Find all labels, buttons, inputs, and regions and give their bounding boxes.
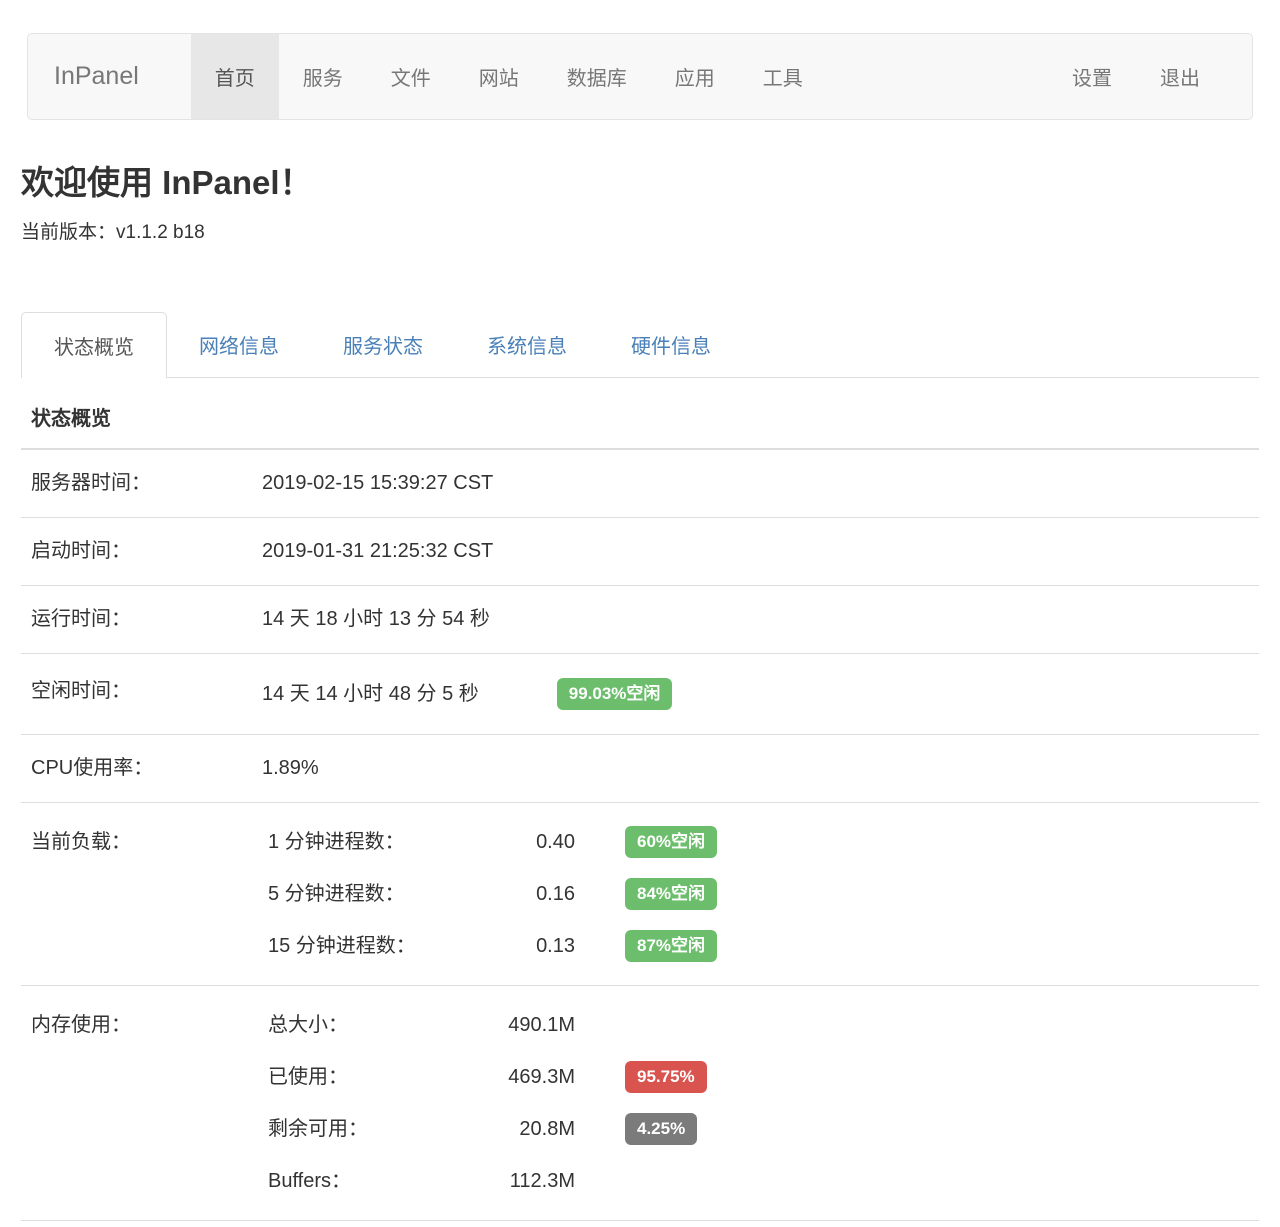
navbar: InPanel 首页服务文件网站数据库应用工具 设置退出: [27, 33, 1253, 120]
status-badge: 84%空闲: [625, 878, 717, 910]
row-label: 启动时间：: [31, 538, 262, 565]
status-badge: 87%空闲: [625, 930, 717, 962]
row-value: 2019-01-31 21:25:32 CST: [262, 538, 493, 565]
sub-row-label: 总大小：: [268, 1012, 468, 1039]
row-value-group: 14 天 14 小时 48 分 5 秒 99.03%空闲: [262, 678, 672, 710]
tab-bar: 状态概览网络信息服务状态系统信息硬件信息: [21, 312, 1259, 378]
sub-row-value: 20.8M: [468, 1116, 575, 1143]
sub-row-label: 15 分钟进程数：: [268, 933, 468, 960]
nav-item-logout[interactable]: 退出: [1136, 34, 1224, 119]
table-section-title: 状态概览: [21, 378, 1259, 450]
table-row: 服务器时间：2019-02-15 15:39:27 CST: [21, 450, 1259, 518]
table-row: 启动时间：2019-01-31 21:25:32 CST: [21, 518, 1259, 586]
sub-row: 5 分钟进程数：0.16 84%空闲: [262, 868, 1249, 920]
sub-row-badge-cell: 4.25%: [625, 1113, 697, 1145]
status-badge: 60%空闲: [625, 826, 717, 858]
nav-item-home[interactable]: 首页: [191, 34, 279, 119]
version-line: 当前版本：v1.1.2 b18: [21, 219, 1259, 246]
status-badge: 99.03%空闲: [557, 678, 673, 710]
sub-row-label: 剩余可用：: [268, 1116, 468, 1143]
sub-row-badge-cell: 87%空闲: [625, 930, 717, 962]
sub-row-value: 0.16: [468, 881, 575, 908]
sub-row-label: Buffers：: [268, 1168, 468, 1195]
table-row: 内存使用：总大小：490.1M已使用：469.3M95.75%剩余可用：20.8…: [21, 986, 1259, 1221]
nav-item-database[interactable]: 数据库: [543, 34, 651, 119]
status-badge: 4.25%: [625, 1113, 697, 1145]
status-badge: 95.75%: [625, 1061, 707, 1093]
tab-status-overview[interactable]: 状态概览: [21, 312, 167, 378]
sub-row: 15 分钟进程数：0.13 87%空闲: [262, 920, 1249, 972]
main-content: 欢迎使用 InPanel！ 当前版本：v1.1.2 b18 状态概览网络信息服务…: [21, 163, 1259, 1221]
nav-item-apps[interactable]: 应用: [651, 34, 739, 119]
sub-table: 总大小：490.1M已使用：469.3M95.75%剩余可用：20.8M4.25…: [262, 999, 1249, 1207]
sub-row-value: 490.1M: [468, 1012, 575, 1039]
navbar-spacer: [827, 34, 1048, 119]
row-label: 内存使用：: [31, 999, 262, 1039]
sub-row-value: 469.3M: [468, 1064, 575, 1091]
sub-row: 1 分钟进程数：0.40 60%空闲: [262, 816, 1249, 868]
brand[interactable]: InPanel: [28, 34, 165, 119]
sub-table: 1 分钟进程数：0.40 60%空闲 5 分钟进程数：0.16 84%空闲 15 分钟进…: [262, 816, 1249, 972]
sub-row: Buffers：112.3M: [262, 1155, 1249, 1207]
sub-row-label: 1 分钟进程数：: [268, 829, 468, 856]
nav-item-tools[interactable]: 工具: [739, 34, 827, 119]
sub-row-value: 112.3M: [468, 1168, 575, 1195]
version-value: v1.1.2 b18: [116, 222, 205, 243]
page-title: 欢迎使用 InPanel！: [21, 163, 1259, 203]
nav-item-files[interactable]: 文件: [367, 34, 455, 119]
sub-row-label: 已使用：: [268, 1064, 468, 1091]
sub-row-badge-cell: 60%空闲: [625, 826, 717, 858]
nav-item-settings[interactable]: 设置: [1048, 34, 1136, 119]
table-row: CPU使用率：1.89%: [21, 735, 1259, 803]
navbar-menu: 首页服务文件网站数据库应用工具: [191, 34, 827, 119]
row-label: CPU使用率：: [31, 755, 262, 782]
nav-item-sites[interactable]: 网站: [455, 34, 543, 119]
sub-row-badge-cell: 95.75%: [625, 1061, 707, 1093]
row-label: 当前负载：: [31, 816, 262, 856]
sub-row-value: 0.40: [468, 829, 575, 856]
row-value: 14 天 14 小时 48 分 5 秒: [262, 678, 479, 710]
table-row: 空闲时间：14 天 14 小时 48 分 5 秒 99.03%空闲: [21, 654, 1259, 735]
sub-row-label: 5 分钟进程数：: [268, 881, 468, 908]
row-label: 空闲时间：: [31, 678, 262, 705]
nav-item-services[interactable]: 服务: [279, 34, 367, 119]
status-table: 服务器时间：2019-02-15 15:39:27 CST启动时间：2019-0…: [21, 450, 1259, 1221]
sub-row-badge-cell: 84%空闲: [625, 878, 717, 910]
row-value: 14 天 18 小时 13 分 54 秒: [262, 606, 490, 633]
tab-service-status[interactable]: 服务状态: [311, 312, 455, 377]
navbar-right-menu: 设置退出: [1048, 34, 1252, 119]
row-value: 1.89%: [262, 755, 319, 782]
row-label: 运行时间：: [31, 606, 262, 633]
tab-network-info[interactable]: 网络信息: [167, 312, 311, 377]
sub-row-value: 0.13: [468, 933, 575, 960]
sub-row: 剩余可用：20.8M 4.25%: [262, 1103, 1249, 1155]
row-value: 2019-02-15 15:39:27 CST: [262, 470, 493, 497]
table-row: 当前负载：1 分钟进程数：0.4060%空闲5 分钟进程数：0.1684%空闲1…: [21, 803, 1259, 986]
tab-hardware-info[interactable]: 硬件信息: [599, 312, 743, 377]
tab-system-info[interactable]: 系统信息: [455, 312, 599, 377]
sub-row: 总大小：490.1M: [262, 999, 1249, 1051]
row-label: 服务器时间：: [31, 470, 262, 497]
sub-row: 已使用：469.3M 95.75%: [262, 1051, 1249, 1103]
version-label: 当前版本：: [21, 222, 116, 243]
status-panel: 状态概览 服务器时间：2019-02-15 15:39:27 CST启动时间：2…: [21, 378, 1259, 1221]
table-row: 运行时间：14 天 18 小时 13 分 54 秒: [21, 586, 1259, 654]
